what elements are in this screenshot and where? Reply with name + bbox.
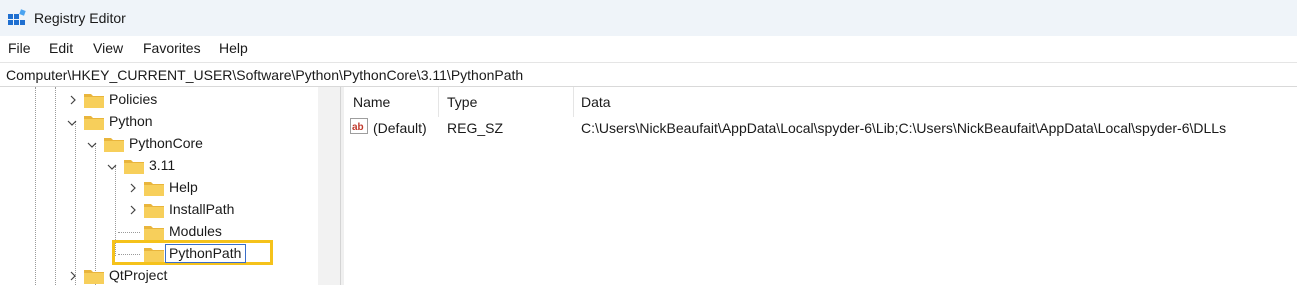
folder-open-icon [124, 160, 144, 174]
menu-help[interactable]: Help [219, 40, 248, 56]
tree-item-label: Help [169, 179, 198, 195]
address-path: Computer\HKEY_CURRENT_USER\Software\Pyth… [6, 67, 524, 83]
tree-item-label: 3.11 [149, 157, 176, 173]
values-list: Name Type Data ab (Default) REG_SZ C:\Us… [344, 87, 1297, 285]
tree-item-installpath[interactable]: InstallPath [0, 199, 318, 221]
chevron-right-icon[interactable] [68, 271, 78, 281]
folder-icon [84, 270, 104, 284]
column-header-data[interactable]: Data [581, 94, 611, 110]
folder-open-icon [84, 116, 104, 130]
menu-edit[interactable]: Edit [49, 40, 73, 56]
tree-item-policies[interactable]: Policies [0, 89, 318, 111]
title-bar: Registry Editor [0, 0, 1297, 36]
menu-favorites[interactable]: Favorites [143, 40, 201, 56]
folder-icon [144, 248, 164, 262]
chevron-down-icon[interactable] [67, 118, 77, 128]
tree-item-pythonpath[interactable]: PythonPath [0, 243, 318, 265]
value-type: REG_SZ [447, 120, 504, 136]
tree-item-label: Modules [169, 223, 222, 239]
folder-icon [144, 182, 164, 196]
tree-item-label: Python [109, 113, 153, 129]
string-value-icon: ab [350, 118, 368, 134]
folder-icon [144, 226, 164, 240]
window-title: Registry Editor [34, 10, 126, 26]
tree-item-label: QtProject [109, 267, 168, 283]
tree-item-qtproject[interactable]: QtProject [0, 265, 318, 285]
chevron-right-icon[interactable] [68, 95, 78, 105]
menu-bar: File Edit View Favorites Help [0, 36, 1297, 62]
registry-editor-icon [8, 9, 26, 25]
column-divider[interactable] [438, 87, 439, 117]
chevron-right-icon[interactable] [128, 183, 138, 193]
folder-open-icon [104, 138, 124, 152]
folder-icon [144, 204, 164, 218]
tree-item-label: InstallPath [169, 201, 235, 217]
address-bar[interactable]: Computer\HKEY_CURRENT_USER\Software\Pyth… [0, 62, 1297, 87]
chevron-right-icon[interactable] [128, 205, 138, 215]
tree-item-help[interactable]: Help [0, 177, 318, 199]
tree-item-pythoncore[interactable]: PythonCore [0, 133, 318, 155]
tree-item-label: Policies [109, 91, 158, 107]
tree-item-3-11[interactable]: 3.11 [0, 155, 318, 177]
folder-icon [84, 94, 104, 108]
menu-view[interactable]: View [93, 40, 123, 56]
column-header-name[interactable]: Name [353, 94, 390, 110]
tree-scrollbar[interactable] [318, 87, 340, 285]
chevron-down-icon[interactable] [107, 162, 117, 172]
chevron-down-icon[interactable] [87, 140, 97, 150]
value-data: C:\Users\NickBeaufait\AppData\Local\spyd… [581, 120, 1227, 136]
column-header-type[interactable]: Type [447, 94, 477, 110]
tree-item-label: PythonPath [169, 245, 242, 261]
value-name: (Default) [373, 120, 427, 136]
column-divider[interactable] [573, 87, 574, 117]
menu-file[interactable]: File [8, 40, 31, 56]
tree-item-python[interactable]: Python [0, 111, 318, 133]
svg-text:ab: ab [352, 122, 364, 133]
tree-item-label: PythonCore [129, 135, 203, 151]
